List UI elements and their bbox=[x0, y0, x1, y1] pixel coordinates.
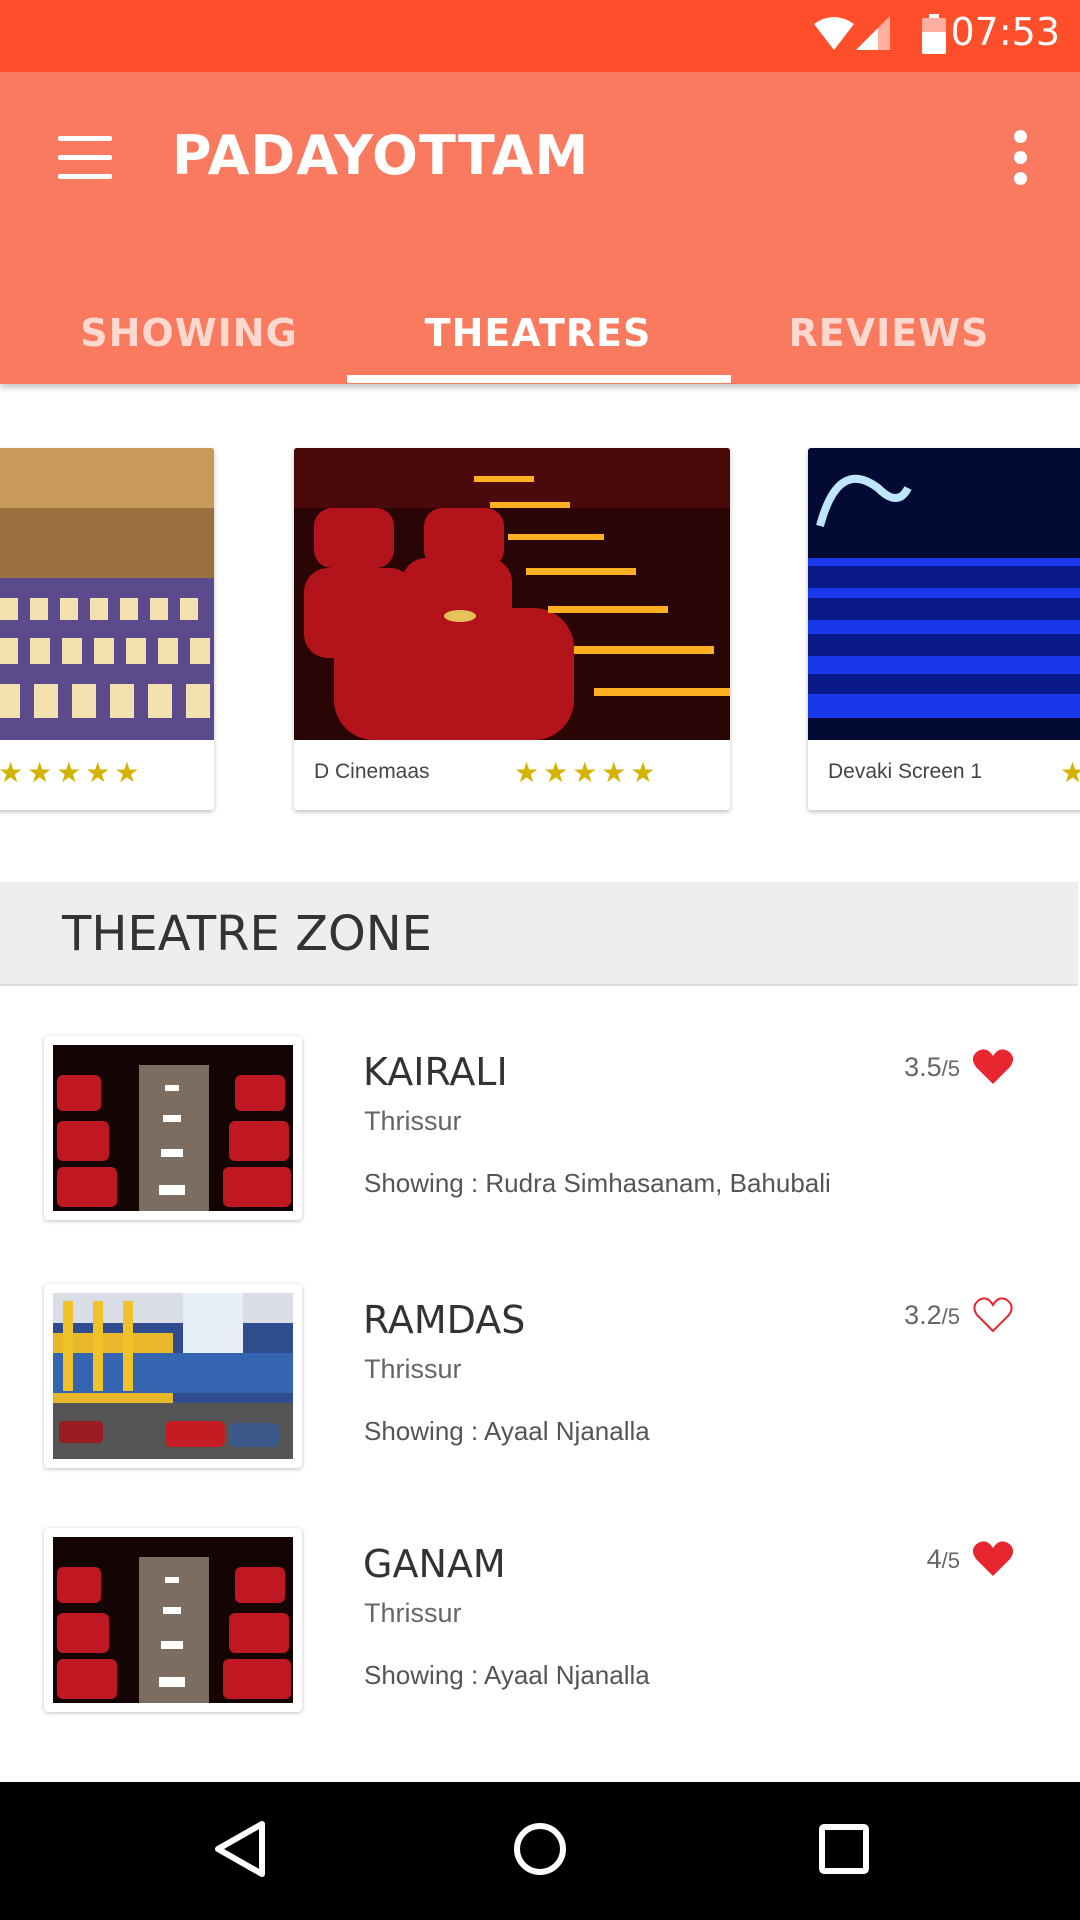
hamburger-menu-icon[interactable] bbox=[58, 136, 112, 180]
featured-card[interactable]: D Cinemaas ★★★★★ bbox=[294, 448, 730, 810]
home-icon[interactable] bbox=[512, 1820, 568, 1878]
more-vert-icon[interactable] bbox=[1014, 130, 1028, 186]
tab-indicator bbox=[347, 375, 731, 383]
theatre-row[interactable]: GANAM Thrissur Showing : Ayaal Njanalla … bbox=[0, 1528, 1080, 1718]
theatre-city: Thrissur bbox=[364, 1354, 462, 1384]
theatre-row[interactable]: KAIRALI Thrissur Showing : Rudra Simhasa… bbox=[0, 1036, 1080, 1226]
theatre-city: Thrissur bbox=[364, 1598, 462, 1628]
recents-icon[interactable] bbox=[816, 1820, 872, 1878]
heart-filled-icon[interactable] bbox=[972, 1540, 1014, 1578]
theatre-rating: 3.5/5 bbox=[904, 1052, 960, 1082]
theatre-showing: Showing : Rudra Simhasanam, Bahubali bbox=[364, 1168, 831, 1198]
theatre-name: KAIRALI bbox=[363, 1050, 508, 1094]
theatre-name: RAMDAS bbox=[363, 1298, 526, 1342]
status-bar: 07:53 bbox=[0, 0, 1080, 72]
theatre-name: GANAM bbox=[363, 1542, 506, 1586]
theatre-showing: Showing : Ayaal Njanalla bbox=[364, 1660, 650, 1690]
theatre-row[interactable]: RAMDAS Thrissur Showing : Ayaal Njanalla… bbox=[0, 1284, 1080, 1474]
tab-showing[interactable]: SHOWING bbox=[14, 278, 364, 384]
featured-card[interactable]: ★★★★★ bbox=[0, 448, 214, 810]
app-bar: PADAYOTTAM SHOWING THEATRES REVIEWS bbox=[0, 72, 1080, 384]
theatre-rating: 3.2/5 bbox=[904, 1300, 960, 1330]
theatre-thumbnail bbox=[44, 1036, 302, 1220]
section-header: THEATRE ZONE bbox=[0, 882, 1078, 986]
featured-name: D Cinemaas bbox=[314, 760, 430, 783]
section-title: THEATRE ZONE bbox=[62, 906, 433, 962]
theatre-city: Thrissur bbox=[364, 1106, 462, 1136]
tab-reviews[interactable]: REVIEWS bbox=[714, 278, 1064, 384]
status-time: 07:53 bbox=[950, 10, 1060, 54]
theatre-photo bbox=[808, 448, 1080, 740]
theatre-thumbnail bbox=[44, 1528, 302, 1712]
wifi-icon bbox=[814, 17, 854, 50]
star-rating: ★ bbox=[1060, 757, 1080, 788]
tab-theatres[interactable]: THEATRES bbox=[363, 278, 713, 384]
theatre-thumbnail bbox=[44, 1284, 302, 1468]
heart-outline-icon[interactable] bbox=[972, 1296, 1014, 1334]
tab-bar: SHOWING THEATRES REVIEWS bbox=[0, 278, 1080, 384]
theatre-showing: Showing : Ayaal Njanalla bbox=[364, 1416, 650, 1446]
star-rating: ★★★★★ bbox=[0, 757, 144, 788]
battery-icon bbox=[922, 14, 946, 54]
theatre-rating: 4/5 bbox=[926, 1544, 960, 1574]
navigation-bar bbox=[0, 1782, 1080, 1920]
app-title: PADAYOTTAM bbox=[172, 124, 590, 187]
featured-name: Devaki Screen 1 bbox=[828, 760, 983, 783]
signal-icon bbox=[856, 16, 890, 50]
heart-filled-icon[interactable] bbox=[972, 1048, 1014, 1086]
theatre-photo bbox=[0, 448, 214, 740]
featured-card[interactable]: Devaki Screen 1 ★ bbox=[808, 448, 1080, 810]
theatre-photo bbox=[294, 448, 730, 740]
back-icon[interactable] bbox=[212, 1820, 268, 1878]
star-rating: ★★★★★ bbox=[514, 757, 660, 788]
